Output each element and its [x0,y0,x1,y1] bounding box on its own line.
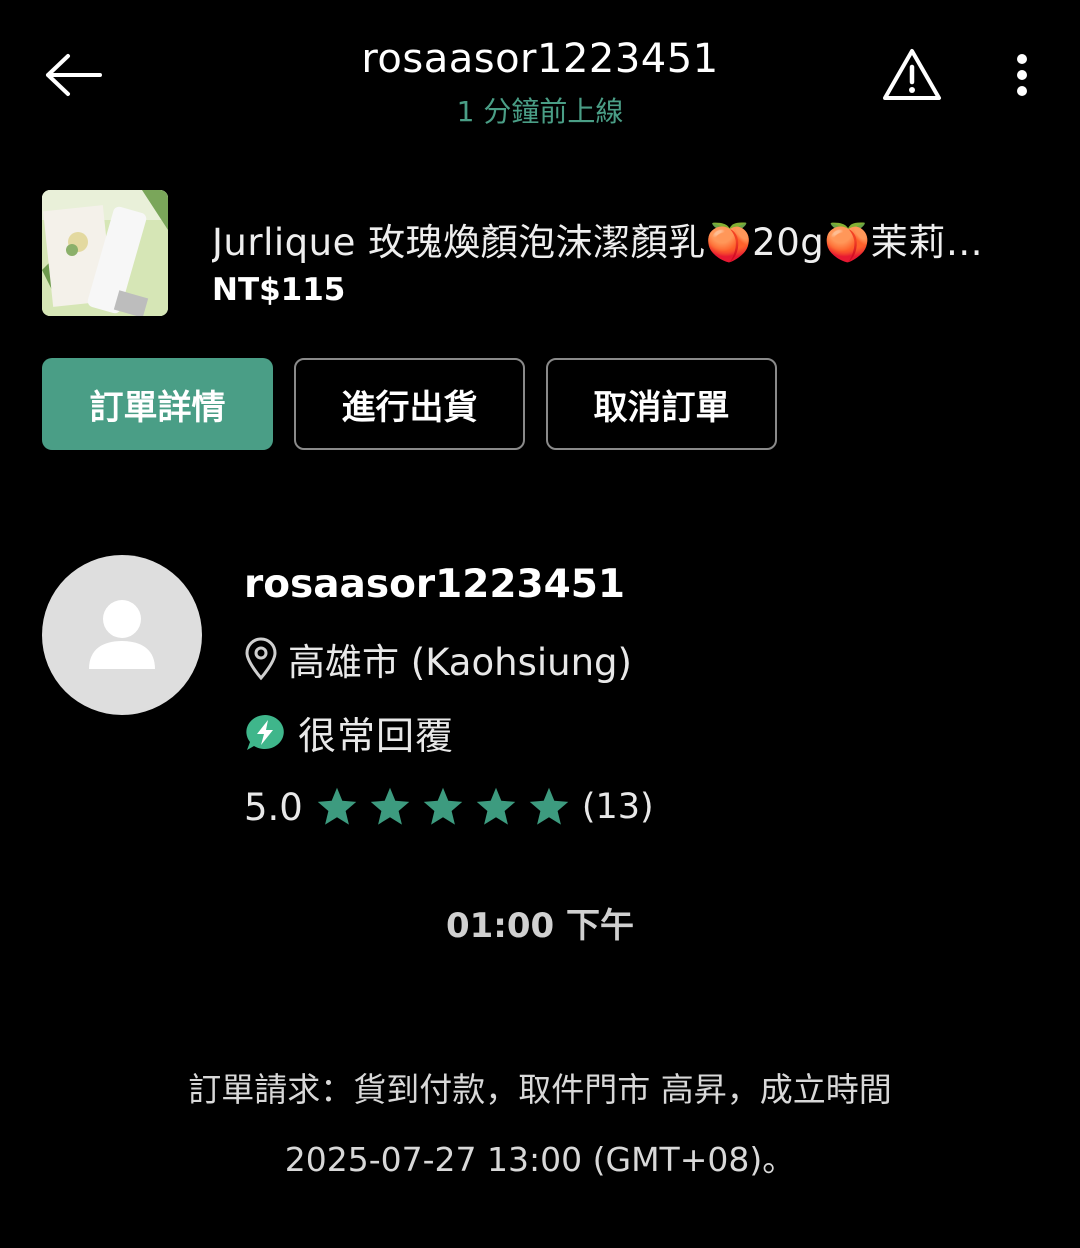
rating-row[interactable]: 5.0 (13) [244,785,654,829]
location-text: 高雄市 (Kaohsiung) [288,641,632,684]
report-button[interactable] [878,44,946,106]
product-price: NT$115 [212,272,346,308]
lightning-chat-icon [246,714,284,750]
system-message-line: 訂單請求：貨到付款，取件門市 高昇，成立時間 [188,1070,892,1109]
order-details-button[interactable]: 訂單詳情 [42,358,273,450]
star-icon [476,787,516,825]
user-placeholder-icon [89,600,155,669]
star-icon [317,787,357,825]
system-message: 訂單請求：貨到付款，取件門市 高昇，成立時間 2025-07-27 13:00 … [60,1055,1020,1195]
location-pin-icon [245,637,277,681]
message-timestamp: 01:00 下午 [445,906,635,946]
profile-location: 高雄市 (Kaohsiung) [244,632,632,686]
product-image [42,190,168,316]
star-icon [529,787,569,825]
more-options-button[interactable] [1000,48,1044,102]
profile-name[interactable]: rosaasor1223451 [244,562,625,607]
response-text: 很常回覆 [298,714,455,758]
more-vertical-icon [1017,54,1027,96]
product-thumbnail[interactable] [42,190,168,316]
profile-response-rate: 很常回覆 [244,705,454,760]
review-count: (13) [581,787,654,827]
system-message-line: 2025-07-27 13:00 (GMT+08)。 [284,1140,796,1179]
rating-score: 5.0 [244,785,303,829]
product-title[interactable]: Jurlique 玫瑰煥顏泡沫潔顏乳🍑20g🍑茉莉… [212,212,1037,266]
star-icon [370,787,410,825]
warning-icon [883,49,941,100]
star-icon [423,787,463,825]
avatar[interactable] [42,555,202,715]
cancel-order-button[interactable]: 取消訂單 [546,358,777,450]
ship-order-button[interactable]: 進行出貨 [294,358,525,450]
